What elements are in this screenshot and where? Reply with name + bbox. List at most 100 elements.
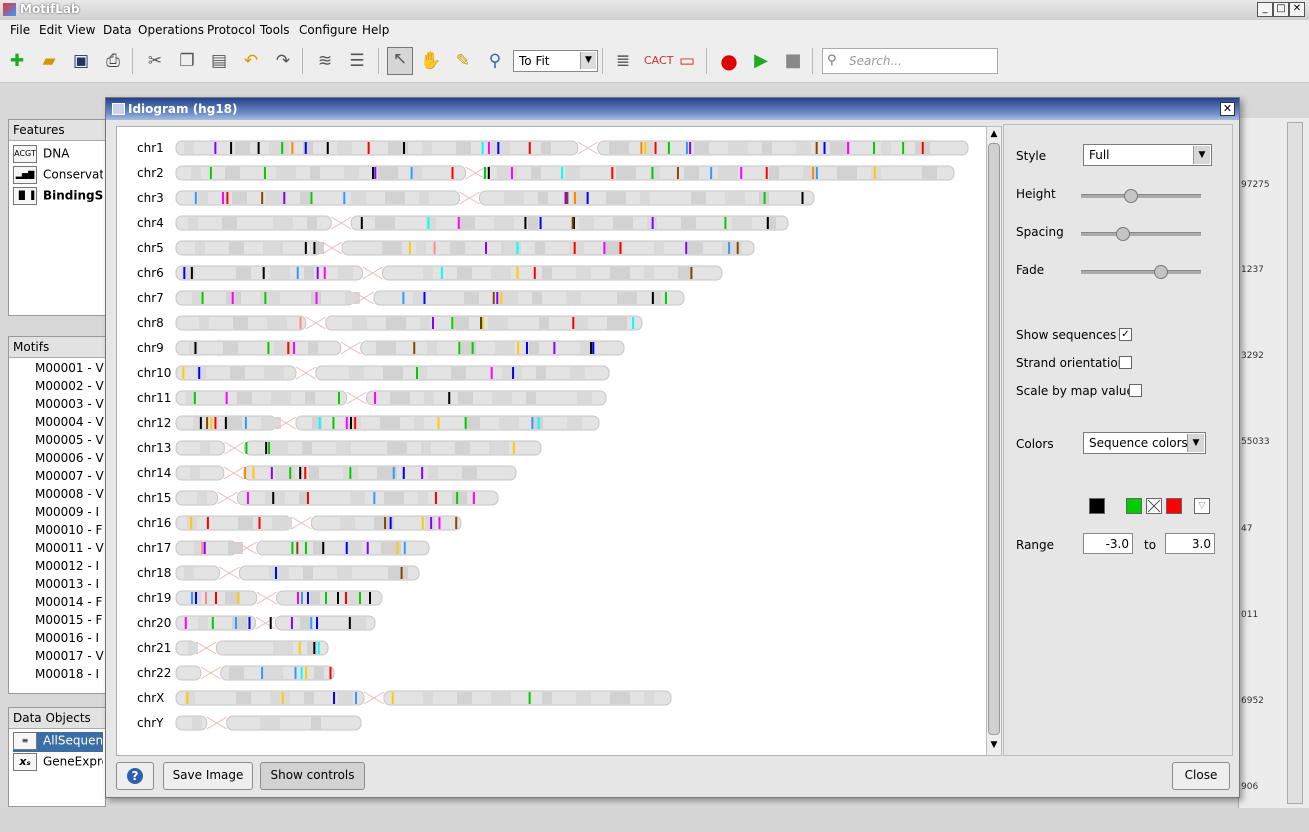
zoom-icon[interactable]: ⚲: [484, 50, 506, 72]
sequence-marker[interactable]: [214, 417, 217, 429]
motif-list-item[interactable]: M00003 - V: [35, 397, 113, 415]
sequence-marker[interactable]: [304, 242, 307, 254]
sequence-marker[interactable]: [293, 342, 296, 354]
sequence-marker[interactable]: [572, 317, 575, 329]
menu-tools[interactable]: Tools: [260, 23, 290, 37]
scroll-up-icon[interactable]: ▲: [988, 128, 1000, 140]
sequence-marker[interactable]: [345, 592, 347, 604]
sequence-marker[interactable]: [516, 267, 519, 279]
sequence-marker[interactable]: [298, 642, 301, 654]
sequence-view-icon[interactable]: ≣: [612, 50, 634, 72]
sequence-marker[interactable]: [611, 167, 614, 179]
sequence-marker[interactable]: [685, 142, 688, 154]
motif-list-item[interactable]: M00002 - V: [35, 379, 113, 397]
sequence-marker[interactable]: [710, 167, 713, 179]
help-button[interactable]: ?: [116, 762, 154, 790]
close-window-button[interactable]: ✕: [1289, 2, 1305, 17]
copy-icon[interactable]: ❐: [176, 50, 198, 72]
sequence-marker[interactable]: [728, 242, 731, 254]
sequence-marker[interactable]: [524, 217, 527, 229]
dialog-close-icon[interactable]: ✕: [1220, 102, 1235, 116]
sequence-marker[interactable]: [322, 542, 325, 554]
spacing-slider-thumb[interactable]: [1115, 227, 1130, 241]
sequence-marker[interactable]: [268, 442, 271, 454]
sequence-marker[interactable]: [603, 242, 606, 254]
fade-slider-thumb[interactable]: [1154, 265, 1169, 279]
menu-help[interactable]: Help: [362, 23, 389, 37]
sequence-marker[interactable]: [337, 592, 339, 604]
sequence-marker[interactable]: [651, 292, 654, 304]
sequence-marker[interactable]: [199, 417, 202, 429]
sequence-marker[interactable]: [318, 417, 321, 429]
motif-list-item[interactable]: M00009 - I: [35, 505, 113, 523]
sequence-marker[interactable]: [296, 542, 299, 554]
zoom-dropdown[interactable]: To Fit ▼: [513, 50, 598, 72]
sequence-marker[interactable]: [329, 667, 332, 679]
sequence-marker[interactable]: [539, 217, 542, 229]
sequence-marker[interactable]: [345, 417, 348, 429]
sequence-marker[interactable]: [451, 317, 454, 329]
sequence-marker[interactable]: [403, 142, 406, 154]
sequence-marker[interactable]: [921, 142, 924, 154]
motif-list-item[interactable]: M00012 - I: [35, 559, 113, 577]
sequence-marker[interactable]: [355, 692, 358, 704]
sequence-marker[interactable]: [396, 542, 399, 554]
sequence-marker[interactable]: [500, 292, 503, 304]
sequence-marker[interactable]: [561, 167, 564, 179]
sequence-marker[interactable]: [261, 192, 264, 204]
sequence-marker[interactable]: [190, 267, 193, 279]
sequence-marker[interactable]: [487, 142, 490, 154]
sequence-marker[interactable]: [667, 142, 670, 154]
track-scrollbar[interactable]: [1287, 122, 1303, 804]
motif-list-item[interactable]: M00001 - V: [35, 361, 113, 379]
maximize-button[interactable]: □: [1273, 2, 1289, 17]
sequence-marker[interactable]: [586, 192, 589, 204]
sequence-marker[interactable]: [325, 592, 327, 604]
sequence-marker[interactable]: [300, 667, 303, 679]
menu-protocol[interactable]: Protocol: [207, 23, 255, 37]
sequence-marker[interactable]: [421, 467, 424, 479]
sequence-marker[interactable]: [198, 367, 201, 379]
sequence-marker[interactable]: [205, 592, 207, 604]
sequence-marker[interactable]: [310, 192, 313, 204]
sequence-marker[interactable]: [391, 692, 394, 704]
menu-configure[interactable]: Configure: [299, 23, 357, 37]
sequence-marker[interactable]: [374, 392, 377, 404]
sequence-marker[interactable]: [193, 392, 196, 404]
sequence-marker[interactable]: [740, 167, 743, 179]
sequence-marker[interactable]: [873, 142, 876, 154]
sequence-marker[interactable]: [194, 342, 197, 354]
print-icon[interactable]: ⎙: [102, 50, 124, 72]
sequence-marker[interactable]: [528, 692, 531, 704]
sequence-marker[interactable]: [305, 667, 308, 679]
sequence-marker[interactable]: [299, 317, 302, 329]
open-folder-icon[interactable]: ▰: [38, 50, 60, 72]
sequence-marker[interactable]: [434, 492, 437, 504]
sequence-marker[interactable]: [485, 242, 488, 254]
motif-list-item[interactable]: M00007 - V: [35, 469, 113, 487]
motif-list-item[interactable]: M00018 - I: [35, 667, 113, 685]
sequence-marker[interactable]: [290, 617, 293, 629]
sequence-marker[interactable]: [297, 592, 299, 604]
strand-orientation-checkbox[interactable]: [1119, 356, 1132, 369]
colors-dropdown[interactable]: Sequence colors ▼: [1083, 432, 1206, 454]
save-image-button[interactable]: Save Image: [163, 762, 253, 790]
sequence-marker[interactable]: [432, 317, 434, 329]
sequence-marker[interactable]: [281, 692, 284, 704]
sequence-marker[interactable]: [301, 592, 303, 604]
sequence-marker[interactable]: [349, 417, 352, 429]
sequence-marker[interactable]: [812, 167, 815, 179]
motif-list-item[interactable]: M00004 - V: [35, 415, 113, 433]
sequence-marker[interactable]: [191, 592, 193, 604]
sequence-marker[interactable]: [264, 292, 267, 304]
sequence-marker[interactable]: [183, 267, 186, 279]
chevron-down-icon[interactable]: ▼: [1193, 146, 1210, 164]
chevron-down-icon[interactable]: ▼: [580, 52, 596, 69]
search-input[interactable]: ⚲ Search...: [822, 48, 998, 74]
paste-icon[interactable]: ▤: [208, 50, 230, 72]
sequence-marker[interactable]: [765, 167, 768, 179]
sequence-marker[interactable]: [237, 592, 239, 604]
sequence-marker[interactable]: [326, 142, 329, 154]
sequence-marker[interactable]: [566, 192, 569, 204]
menu-operations[interactable]: Operations: [138, 23, 204, 37]
